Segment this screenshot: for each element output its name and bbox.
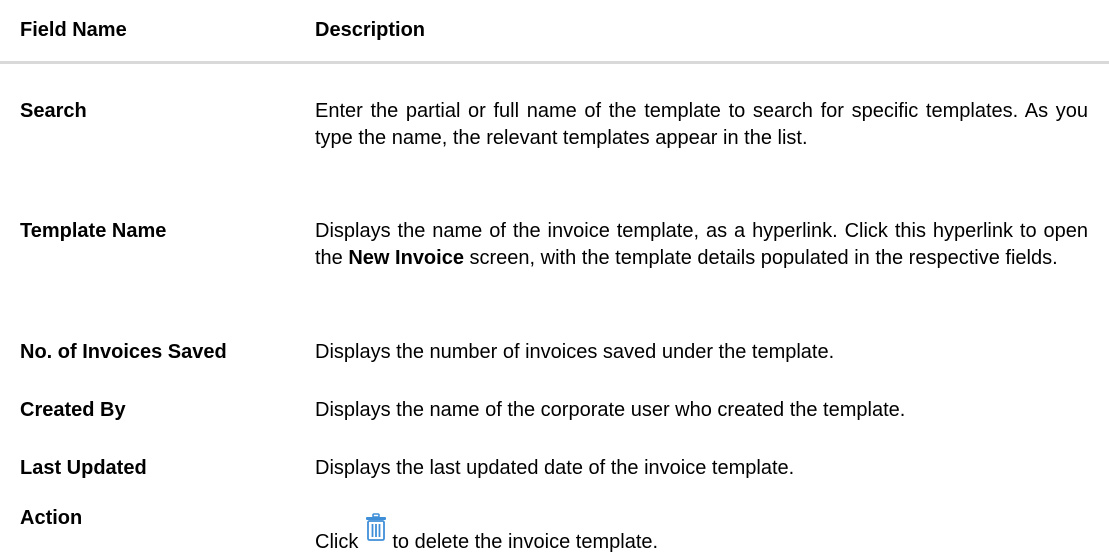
field-name-cell: No. of Invoices Saved	[20, 341, 227, 363]
field-name-cell: Last Updated	[20, 457, 147, 479]
description-text: Click	[315, 531, 359, 553]
table-header: Field Name Description	[0, 0, 1109, 64]
header-divider	[0, 61, 1109, 64]
table-row: Template Name Displays the name of the i…	[0, 218, 1109, 328]
table-row: Created By Displays the name of the corp…	[0, 397, 1109, 427]
description-cell: Displays the last updated date of the in…	[315, 457, 795, 479]
field-name-cell: Action	[20, 507, 83, 529]
table-row: Action Click to delete the invoice templ…	[0, 505, 1109, 555]
table-row: No. of Invoices Saved Displays the numbe…	[0, 339, 1109, 369]
field-name-cell: Search	[20, 100, 87, 122]
new-invoice-label: New Invoice	[348, 247, 464, 269]
description-cell: Displays the name of the invoice templat…	[315, 218, 1088, 272]
field-name-cell: Created By	[20, 399, 126, 421]
table-row: Search Enter the partial or full name of…	[0, 98, 1109, 208]
field-name-header: Field Name	[20, 19, 127, 41]
description-cell: Click to delete the invoice template.	[315, 513, 1088, 556]
field-description-table: Field Name Description Search Enter the …	[0, 0, 1109, 556]
description-header: Description	[315, 19, 426, 41]
field-name-cell: Template Name	[20, 220, 167, 242]
table-row: Last Updated Displays the last updated d…	[0, 455, 1109, 485]
description-cell: Enter the partial or full name of the te…	[315, 100, 1088, 149]
trash-icon	[364, 513, 388, 541]
description-cell: Displays the number of invoices saved un…	[315, 341, 835, 363]
description-cell: Displays the name of the corporate user …	[315, 399, 906, 421]
description-text: screen, with the template details popula…	[463, 247, 1058, 269]
description-text: to delete the invoice template.	[392, 531, 659, 553]
